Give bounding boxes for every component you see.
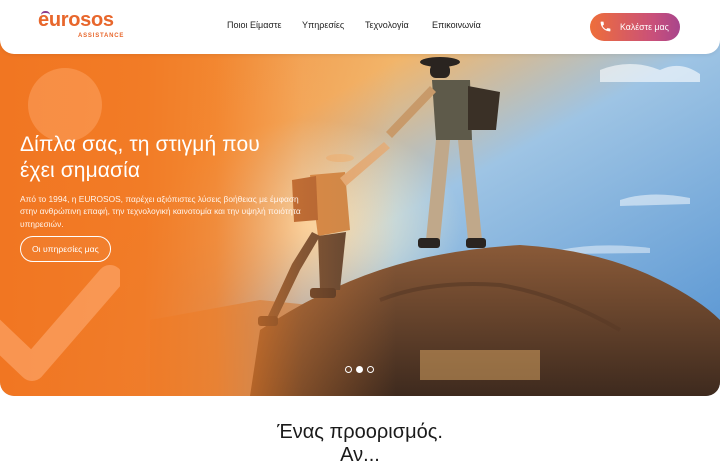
call-us-button[interactable]: Καλέστε μας — [590, 13, 680, 41]
section-subtitle: Αν... — [340, 444, 380, 466]
hero-carousel: Δίπλα σας, τη στιγμή που έχει σημασία Απ… — [0, 0, 720, 396]
nav-item-about[interactable]: Ποιοι Είμαστε — [227, 20, 282, 30]
nav-item-contact[interactable]: Επικοινωνία — [432, 20, 481, 30]
carousel-dot-1[interactable] — [345, 366, 352, 373]
nav-item-services[interactable]: Υπηρεσίες — [302, 20, 344, 30]
hero-title: Δίπλα σας, τη στιγμή που έχει σημασία — [20, 132, 320, 184]
carousel-dot-3[interactable] — [367, 366, 374, 373]
hero-title-line-1: Δίπλα σας, τη στιγμή που — [20, 133, 260, 156]
hero-title-line-2: έχει σημασία — [20, 159, 141, 182]
carousel-dots — [345, 366, 374, 373]
phone-icon — [600, 21, 611, 32]
call-us-label: Καλέστε μας — [620, 22, 669, 32]
nav-item-technology[interactable]: Τεχνολογία — [365, 20, 409, 30]
carousel-dot-2[interactable] — [356, 366, 363, 373]
decorative-circle — [28, 68, 102, 142]
hero-content: Δίπλα σας, τη στιγμή που έχει σημασία Απ… — [20, 132, 320, 262]
section-title: Ένας προορισμός. — [277, 421, 443, 443]
hero-subtitle: Από το 1994, η EUROSOS, παρέχει αξιόπιστ… — [20, 194, 301, 229]
decorative-check-shape — [0, 265, 120, 381]
services-button[interactable]: Οι υπηρεσίες μας — [20, 236, 111, 262]
site-header: eurosos ASSISTANCE Ποιοι Είμαστε Υπηρεσί… — [0, 0, 720, 54]
